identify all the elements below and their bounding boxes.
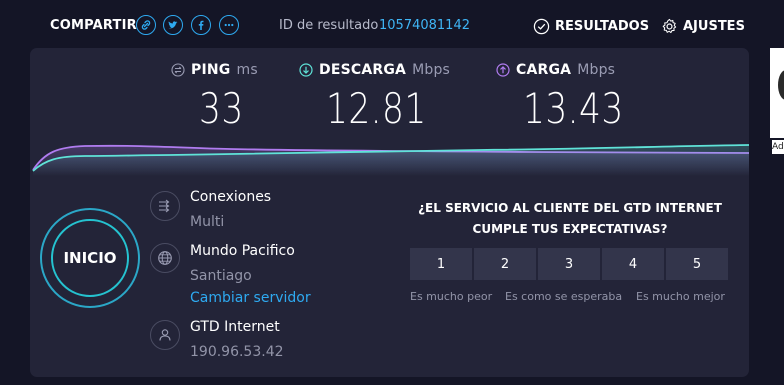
results-panel: PING ms 33 DESCARGA Mbps 12.81 CARGA Mbp… [30, 48, 749, 377]
more-icon[interactable] [219, 15, 239, 35]
twitter-icon[interactable] [163, 15, 183, 35]
start-button[interactable]: INICIO [40, 208, 140, 308]
connections-icon [150, 191, 180, 221]
check-circle-icon [533, 18, 550, 35]
results-button[interactable]: RESULTADOS [533, 18, 649, 35]
speed-graph [32, 144, 749, 176]
gear-icon [662, 18, 677, 34]
user-icon [150, 320, 180, 350]
server-location: Santiago [190, 268, 252, 284]
change-server-link[interactable]: Cambiar servidor [190, 290, 311, 306]
download-metric: DESCARGA Mbps 12.81 [299, 62, 451, 133]
upload-metric: CARGA Mbps 13.43 [496, 62, 623, 133]
connections-value: Multi [190, 214, 225, 230]
survey-question-line2: CUMPLE TUS EXPECTATIVAS? [472, 222, 668, 236]
settings-label: AJUSTES [683, 19, 745, 34]
result-id-label: ID de resultado [279, 18, 379, 33]
rating-label-high: Es mucho mejor [636, 290, 725, 303]
rating-label-low: Es mucho peor [410, 290, 493, 303]
result-id-value[interactable]: 10574081142 [379, 18, 470, 33]
link-icon[interactable] [136, 15, 156, 35]
upload-unit: Mbps [577, 62, 616, 78]
survey-question-line1: ¿EL SERVICIO AL CLIENTE DEL GTD INTERNET [418, 201, 722, 215]
ping-icon [171, 63, 185, 77]
rating-button-3[interactable]: 3 [538, 248, 600, 280]
download-value: 12.81 [326, 84, 427, 133]
rating-label-mid: Es como se esperaba [505, 290, 623, 303]
ping-metric: PING ms 33 [171, 62, 258, 133]
download-unit: Mbps [412, 62, 451, 78]
isp-name: GTD Internet [190, 319, 280, 335]
rating-button-4[interactable]: 4 [602, 248, 664, 280]
rating-scale: 1 2 3 4 5 [410, 248, 728, 280]
settings-button[interactable]: AJUSTES [661, 18, 745, 35]
connections-title: Conexiones [190, 189, 272, 205]
side-ad-label: Ad [772, 140, 784, 154]
download-label: DESCARGA [319, 62, 407, 78]
top-bar: COMPARTIR ID de resultado 10574081142 RE… [0, 0, 784, 48]
results-label: RESULTADOS [555, 19, 650, 34]
share-label: COMPARTIR [50, 18, 137, 33]
survey-question: ¿EL SERVICIO AL CLIENTE DEL GTD INTERNET… [410, 198, 730, 240]
rating-button-2[interactable]: 2 [474, 248, 536, 280]
start-button-label[interactable]: INICIO [51, 219, 129, 297]
facebook-icon[interactable] [191, 15, 211, 35]
ip-address: 190.96.53.42 [190, 344, 284, 360]
globe-icon [150, 243, 180, 273]
download-icon [299, 63, 313, 77]
upload-value: 13.43 [523, 84, 624, 133]
rating-button-5[interactable]: 5 [666, 248, 728, 280]
upload-icon [496, 63, 510, 77]
ping-label: PING [191, 62, 231, 78]
server-name: Mundo Pacifico [190, 243, 295, 259]
upload-label: CARGA [516, 62, 572, 78]
ping-value: 33 [199, 84, 244, 133]
rating-button-1[interactable]: 1 [410, 248, 472, 280]
ping-unit: ms [236, 62, 258, 78]
